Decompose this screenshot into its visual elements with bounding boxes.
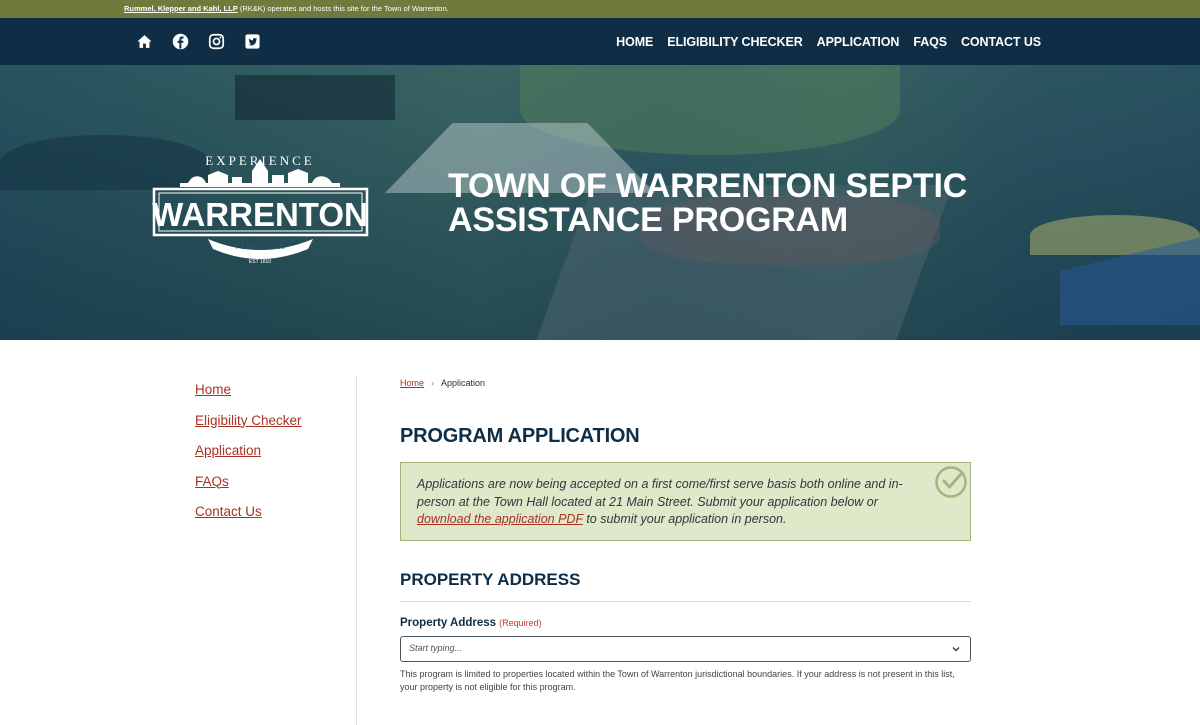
logo-skyline-icon <box>180 159 340 187</box>
main-navbar: HOME ELIGIBILITY CHECKER APPLICATION FAQ… <box>0 18 1200 65</box>
page-title: PROGRAM APPLICATION <box>400 425 640 447</box>
hero-banner: EXPERIENCE WARRENTON VIRGINIA EST 1810 T… <box>0 65 1200 340</box>
property-address-heading: PROPERTY ADDRESS <box>400 570 971 602</box>
hero-title-line-1: TOWN OF WARRENTON SEPTIC <box>448 167 968 205</box>
hosting-notice-text: (RK&K) operates and hosts this site for … <box>237 4 449 13</box>
home-icon[interactable] <box>136 33 153 50</box>
hosting-notice-bar: Rummel, Klepper and Kahl, LLP (RK&K) ope… <box>0 0 1200 18</box>
logo-est-text: EST 1810 <box>249 259 271 265</box>
sidebar-nav: Home Eligibility Checker Application FAQ… <box>195 382 302 535</box>
hero-title-line-2: ASSISTANCE PROGRAM <box>448 201 849 239</box>
sidebar-item-application[interactable]: Application <box>195 443 302 461</box>
facebook-icon[interactable] <box>172 33 189 50</box>
chevron-down-icon <box>952 647 960 652</box>
property-address-placeholder: Start typing... <box>409 643 463 653</box>
hero-title: TOWN OF WARRENTON SEPTIC ASSISTANCE PROG… <box>448 169 967 237</box>
menu-item-contact-us[interactable]: CONTACT US <box>961 35 1041 49</box>
breadcrumb-separator-icon: › <box>431 378 435 388</box>
hero-photo-awning <box>235 75 395 120</box>
property-address-help-text: This program is limited to properties lo… <box>400 669 955 692</box>
breadcrumb-home-link[interactable]: Home <box>400 378 424 388</box>
menu-item-eligibility-checker[interactable]: ELIGIBILITY CHECKER <box>667 35 802 49</box>
logo-virginia-text: VIRGINIA <box>234 242 286 251</box>
breadcrumb: Home › Application <box>400 378 971 388</box>
menu-item-faqs[interactable]: FAQS <box>913 35 947 49</box>
required-indicator: (Required) <box>499 618 542 628</box>
main-menu: HOME ELIGIBILITY CHECKER APPLICATION FAQ… <box>616 35 1041 49</box>
breadcrumb-current: Application <box>441 378 486 388</box>
property-address-select[interactable]: Start typing... <box>400 636 971 662</box>
menu-item-home[interactable]: HOME <box>616 35 653 49</box>
sidebar-item-eligibility-checker[interactable]: Eligibility Checker <box>195 413 302 431</box>
logo-warrenton-text: WARRENTON <box>152 196 368 233</box>
notice-text-2: to submit your application in person. <box>582 512 787 526</box>
instagram-icon[interactable] <box>208 33 225 50</box>
application-notice: Applications are now being accepted on a… <box>400 462 971 541</box>
sidebar-item-contact-us[interactable]: Contact Us <box>195 504 302 522</box>
property-address-label: Property Address (Required) <box>400 617 971 629</box>
content-area: Home Eligibility Checker Application FAQ… <box>0 340 1200 725</box>
sidebar-item-faqs[interactable]: FAQs <box>195 474 302 492</box>
main-content: Home › Application PROGRAM APPLICATION A… <box>400 378 971 694</box>
twitter-icon[interactable] <box>244 33 261 50</box>
social-links <box>136 33 261 50</box>
check-circle-icon <box>935 466 967 498</box>
sidebar-item-home[interactable]: Home <box>195 382 302 400</box>
sidebar-divider <box>356 376 357 725</box>
download-pdf-link[interactable]: download the application PDF <box>417 512 583 526</box>
notice-text-1: Applications are now being accepted on a… <box>417 477 903 509</box>
warrenton-logo[interactable]: EXPERIENCE WARRENTON VIRGINIA EST 1810 <box>148 135 373 270</box>
menu-item-application[interactable]: APPLICATION <box>817 35 900 49</box>
property-address-label-text: Property Address <box>400 617 497 629</box>
firm-link[interactable]: Rummel, Klepper and Kahl, LLP <box>124 4 238 13</box>
